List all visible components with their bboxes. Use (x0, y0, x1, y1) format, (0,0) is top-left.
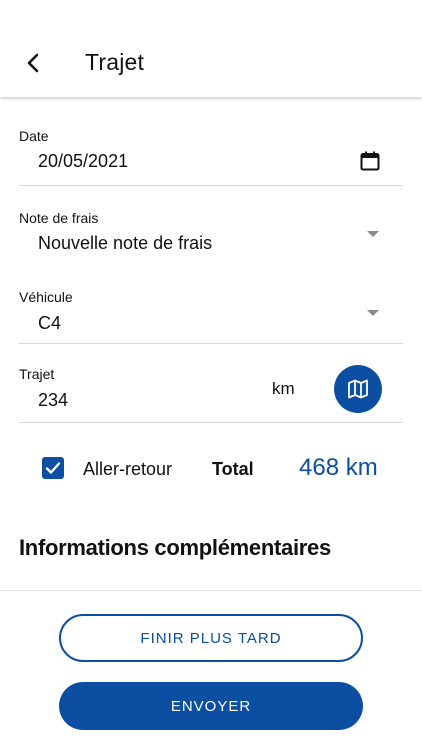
back-button[interactable] (18, 48, 48, 78)
send-button[interactable]: ENVOYER (59, 682, 363, 730)
date-label: Date (19, 128, 49, 144)
distance-unit: km (272, 379, 295, 398)
chevron-down-icon[interactable] (367, 310, 379, 316)
map-button[interactable] (334, 365, 382, 413)
finish-later-button[interactable]: FINIR PLUS TARD (59, 614, 363, 662)
vehicle-label: Véhicule (19, 289, 73, 305)
map-icon (348, 379, 368, 399)
calendar-icon[interactable] (359, 150, 381, 172)
total-value: 468 km (299, 454, 378, 481)
trip-divider (19, 422, 403, 423)
page-title: Trajet (85, 49, 145, 75)
chevron-left-icon (27, 53, 39, 73)
actions-divider (0, 590, 422, 591)
vehicle-divider (19, 343, 403, 344)
chevron-down-icon[interactable] (367, 231, 379, 237)
check-icon (45, 462, 61, 474)
expense-note-select[interactable]: Nouvelle note de frais (38, 233, 212, 254)
trip-label: Trajet (19, 366, 55, 382)
section-title: Informations complémentaires (19, 535, 331, 560)
total-label: Total (212, 459, 254, 479)
expense-note-label: Note de frais (19, 210, 99, 226)
vehicle-select[interactable]: C4 (38, 313, 61, 334)
trip-distance-input[interactable]: 234 (38, 390, 68, 411)
round-trip-checkbox[interactable] (42, 457, 64, 479)
date-divider (19, 185, 403, 186)
round-trip-label: Aller-retour (83, 459, 173, 479)
date-field[interactable]: 20/05/2021 (38, 151, 128, 172)
app-header: Trajet (0, 0, 422, 97)
